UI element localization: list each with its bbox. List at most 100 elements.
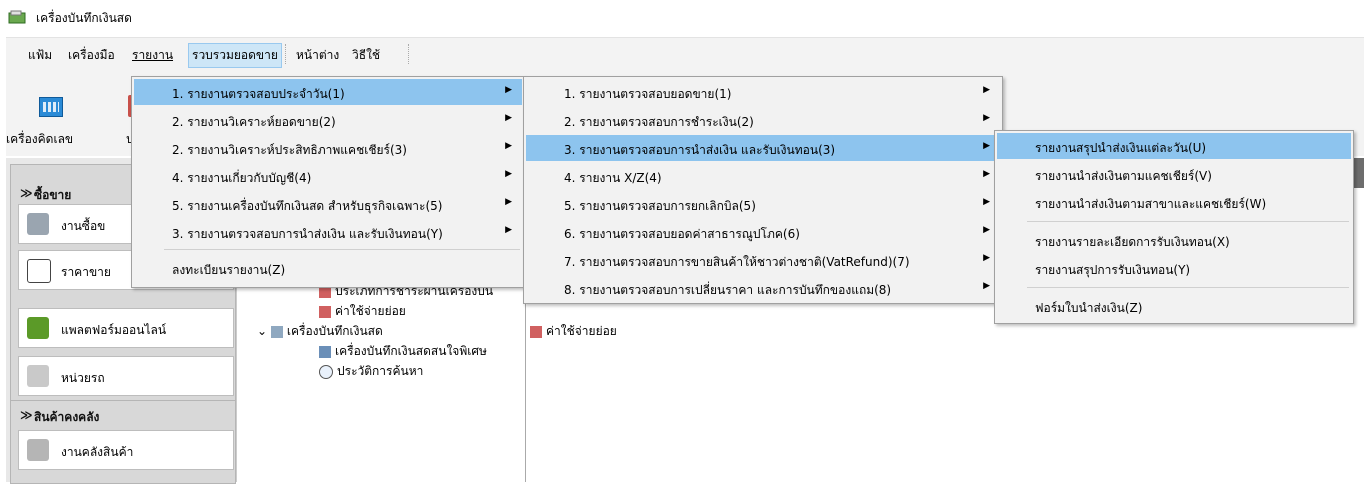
sales-group-header[interactable]: ซื้อขาย — [34, 186, 71, 205]
tree-item-label: ค่าใช้จ่ายย่อย — [335, 304, 406, 318]
register-special-icon — [319, 345, 331, 358]
remittance-submenu: รายงานสรุปนำส่งเงินแต่ละวัน(U) รายงานนำส… — [994, 130, 1354, 324]
list-item-label: ค่าใช้จ่ายย่อย — [546, 324, 617, 338]
menu-item-label: 3. รายงานตรวจสอบการนำส่งเงิน และรับเงินท… — [172, 227, 443, 241]
menu1-item-4[interactable]: 4. รายงานเกี่ยวกับบัญชี(4) ▶ — [134, 163, 522, 189]
tree-item-label: ประวัติการค้นหา — [337, 364, 424, 378]
menu2-item-2[interactable]: 2. รายงานตรวจสอบการชำระเงิน(2) ▶ — [526, 107, 1000, 133]
submenu-arrow-icon: ▶ — [983, 85, 990, 95]
title-bar: เครื่องบันทึกเงินสด — [0, 0, 1364, 34]
submenu-arrow-icon: ▶ — [983, 113, 990, 123]
menu1-item-1[interactable]: 1. รายงานตรวจสอบประจำวัน(1) ▶ — [134, 79, 522, 105]
menu-bar: แฟ้ม เครื่องมือ รายงาน รวบรวมยอดขาย หน้า… — [6, 37, 1364, 70]
menu3-item-by-branch-cashier[interactable]: รายงานนำส่งเงินตามสาขาและแคชเชียร์(W) — [997, 189, 1351, 215]
calculator-label[interactable]: เครื่องคิดเลข — [6, 130, 73, 149]
submenu-arrow-icon: ▶ — [983, 225, 990, 235]
sales-work-icon — [27, 213, 49, 235]
menu-window[interactable]: หน้าต่าง — [296, 46, 339, 65]
menu2-item-6[interactable]: 6. รายงานตรวจสอบยอดค่าสาธารณูปโภค(6) ▶ — [526, 219, 1000, 245]
menu-report[interactable]: รายงาน — [132, 46, 173, 65]
tree-item[interactable]: ประวัติการค้นหา — [319, 362, 423, 381]
calculator-icon[interactable] — [39, 97, 63, 117]
unit-icon — [27, 365, 49, 387]
submenu-arrow-icon: ▶ — [983, 141, 990, 151]
submenu-arrow-icon: ▶ — [505, 197, 512, 207]
menu2-item-8[interactable]: 8. รายงานตรวจสอบการเปลี่ยนราคา และการบัน… — [526, 275, 1000, 301]
nav-button-label: หน่วยรถ — [61, 371, 105, 385]
menu-item-label: 4. รายงาน X/Z(4) — [564, 171, 662, 185]
menu-item-label: รายงานสรุปการรับเงินทอน(Y) — [1035, 263, 1191, 277]
menu3-item-change-summary[interactable]: รายงานสรุปการรับเงินทอน(Y) — [997, 255, 1351, 281]
report-icon — [319, 305, 331, 318]
menu-item-label: 6. รายงานตรวจสอบยอดค่าสาธารณูปโภค(6) — [564, 227, 800, 241]
menu-item-label: 1. รายงานตรวจสอบยอดขาย(1) — [564, 87, 732, 101]
list-item[interactable]: ค่าใช้จ่ายย่อย — [530, 322, 617, 341]
tree-item[interactable]: ⌄ เครื่องบันทึกเงินสด — [257, 322, 383, 341]
menu-tools[interactable]: เครื่องมือ — [68, 46, 115, 65]
menu-help[interactable]: วิธีใช้ — [352, 46, 380, 65]
submenu-arrow-icon: ▶ — [505, 141, 512, 151]
report-icon — [530, 325, 542, 338]
price-tag-icon — [27, 259, 51, 283]
expand-icon[interactable]: ⌄ — [257, 324, 271, 338]
menu1-item-3[interactable]: 2. รายงานวิเคราะห์ประสิทธิภาพแคชเชียร์(3… — [134, 135, 522, 161]
window-title: เครื่องบันทึกเงินสด — [36, 11, 132, 25]
menu-separator — [285, 44, 287, 64]
tree-item[interactable]: เครื่องบันทึกเงินสดสนใจพิเศษ — [319, 342, 487, 361]
search-icon — [319, 364, 333, 379]
menu3-item-remittance-form[interactable]: ฟอร์มใบนำส่งเงิน(Z) — [997, 293, 1351, 319]
menu1-item-register[interactable]: ลงทะเบียนรายงาน(Z) — [134, 255, 522, 281]
menu-item-label: 1. รายงานตรวจสอบประจำวัน(1) — [172, 87, 345, 101]
collapse-icon[interactable]: ≫ — [20, 408, 33, 422]
menu-item-label: 8. รายงานตรวจสอบการเปลี่ยนราคา และการบัน… — [564, 283, 892, 297]
submenu-arrow-icon: ▶ — [983, 197, 990, 207]
menu-item-label: 5. รายงานเครื่องบันทึกเงินสด สำหรับธุรกิ… — [172, 199, 443, 213]
menu-item-label: รายงานนำส่งเงินตามสาขาและแคชเชียร์(W) — [1035, 197, 1267, 211]
nav-button-online-platform[interactable]: แพลตฟอร์มออนไลน์ — [18, 308, 234, 348]
menu-item-label: 2. รายงานตรวจสอบการชำระเงิน(2) — [564, 115, 754, 129]
submenu-arrow-icon: ▶ — [983, 281, 990, 291]
menu-item-label: 4. รายงานเกี่ยวกับบัญชี(4) — [172, 171, 312, 185]
menu2-item-1[interactable]: 1. รายงานตรวจสอบยอดขาย(1) ▶ — [526, 79, 1000, 105]
menu-item-label: 2. รายงานวิเคราะห์ยอดขาย(2) — [172, 115, 336, 129]
menu2-item-7[interactable]: 7. รายงานตรวจสอบการขายสินค้าให้ชาวต่างชา… — [526, 247, 1000, 273]
nav-button-label: งานคลังสินค้า — [61, 445, 134, 459]
menu2-item-3[interactable]: 3. รายงานตรวจสอบการนำส่งเงิน และรับเงินท… — [526, 135, 1000, 161]
nav-button-unit[interactable]: หน่วยรถ — [18, 356, 234, 396]
menu-item-label: รายงานนำส่งเงินตามแคชเชียร์(V) — [1035, 169, 1212, 183]
sales-summary-dropdown: 1. รายงานตรวจสอบประจำวัน(1) ▶ 2. รายงานวิ… — [131, 76, 525, 288]
nav-button-stock-work[interactable]: งานคลังสินค้า — [18, 430, 234, 470]
submenu-arrow-icon: ▶ — [983, 169, 990, 179]
app-icon — [8, 10, 26, 24]
menu1-item-5[interactable]: 5. รายงานเครื่องบันทึกเงินสด สำหรับธุรกิ… — [134, 191, 522, 217]
menu-item-label: ฟอร์มใบนำส่งเงิน(Z) — [1035, 301, 1143, 315]
submenu-arrow-icon: ▶ — [983, 253, 990, 263]
menu-separator — [1027, 287, 1349, 288]
menu3-item-daily-summary[interactable]: รายงานสรุปนำส่งเงินแต่ละวัน(U) — [997, 133, 1351, 159]
menu2-item-4[interactable]: 4. รายงาน X/Z(4) ▶ — [526, 163, 1000, 189]
submenu-arrow-icon: ▶ — [505, 85, 512, 95]
tree-item[interactable]: ค่าใช้จ่ายย่อย — [319, 302, 406, 321]
nav-button-label: ราคาขาย — [61, 265, 111, 279]
menu3-item-by-cashier[interactable]: รายงานนำส่งเงินตามแคชเชียร์(V) — [997, 161, 1351, 187]
submenu-arrow-icon: ▶ — [505, 113, 512, 123]
register-icon — [270, 325, 283, 338]
menu-item-label: 7. รายงานตรวจสอบการขายสินค้าให้ชาวต่างชา… — [564, 255, 910, 269]
menu-item-label: 3. รายงานตรวจสอบการนำส่งเงิน และรับเงินท… — [564, 143, 836, 157]
menu2-item-5[interactable]: 5. รายงานตรวจสอบการยกเลิกบิล(5) ▶ — [526, 191, 1000, 217]
menu1-item-6[interactable]: 3. รายงานตรวจสอบการนำส่งเงิน และรับเงินท… — [134, 219, 522, 245]
submenu-arrow-icon: ▶ — [505, 169, 512, 179]
submenu-arrow-icon: ▶ — [505, 225, 512, 235]
menu-file[interactable]: แฟ้ม — [28, 46, 52, 65]
menu-separator — [164, 249, 520, 250]
menu-sales-summary[interactable]: รวบรวมยอดขาย — [188, 43, 282, 68]
stock-group-header[interactable]: สินค้าคงคลัง — [34, 408, 99, 427]
menu-item-label: รายงานรายละเอียดการรับเงินทอน(X) — [1035, 235, 1230, 249]
shopify-icon — [27, 317, 49, 339]
menu-separator — [1027, 221, 1349, 222]
menu-item-label: 5. รายงานตรวจสอบการยกเลิกบิล(5) — [564, 199, 756, 213]
menu3-item-change-detail[interactable]: รายงานรายละเอียดการรับเงินทอน(X) — [997, 227, 1351, 253]
collapse-icon[interactable]: ≫ — [20, 186, 33, 200]
menu1-item-2[interactable]: 2. รายงานวิเคราะห์ยอดขาย(2) ▶ — [134, 107, 522, 133]
menu-item-label: ลงทะเบียนรายงาน(Z) — [172, 263, 286, 277]
